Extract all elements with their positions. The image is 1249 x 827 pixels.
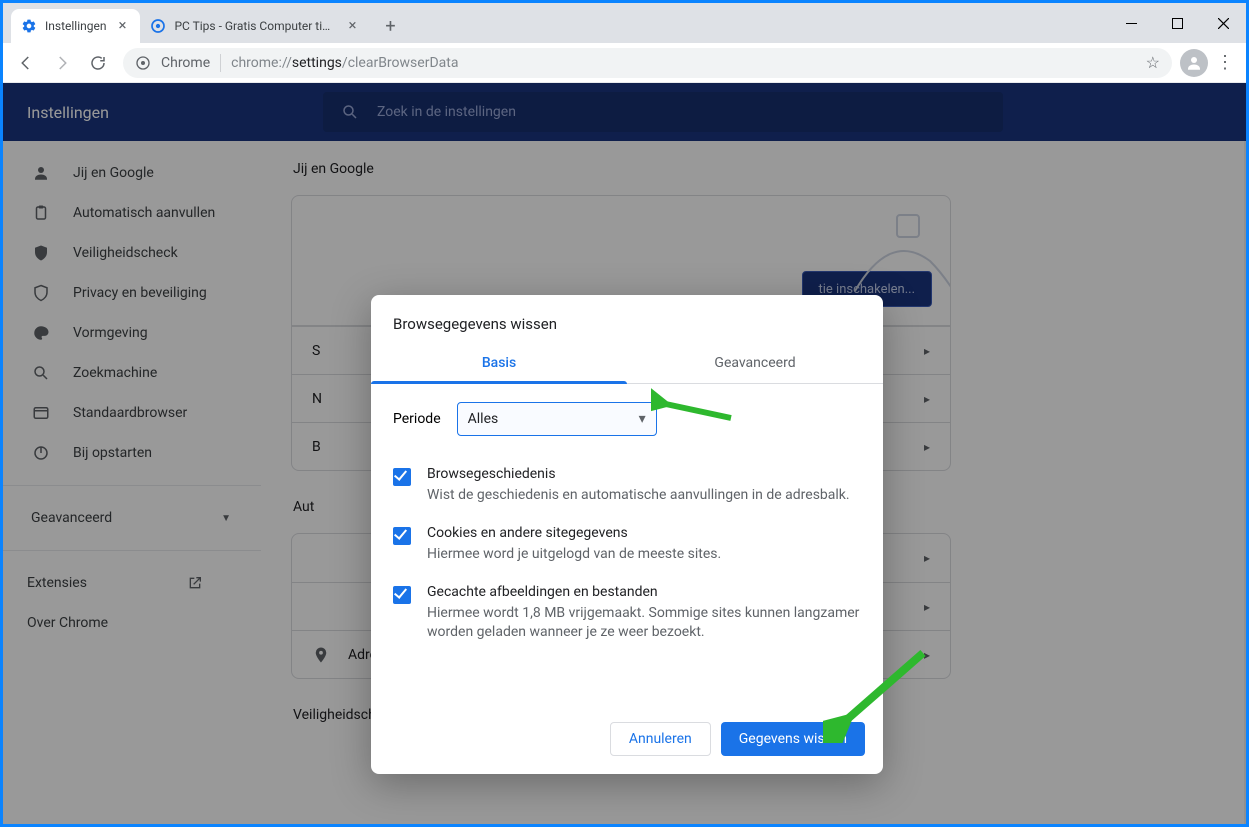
option-browsing-history[interactable]: Browsegeschiedenis Wist de geschiedenis … [393,456,861,515]
checkbox-checked[interactable] [393,468,411,486]
maximize-button[interactable] [1154,3,1200,43]
browser-tab-settings[interactable]: Instellingen × [11,9,140,43]
url-text: chrome://settings/clearBrowserData [231,55,458,71]
tab-title: Instellingen [45,19,106,33]
gear-icon [21,18,37,34]
profile-avatar[interactable] [1180,49,1208,77]
browser-tab-pctips[interactable]: PC Tips - Gratis Computer tips, in × [140,9,370,43]
period-label: Periode [393,411,441,427]
close-icon[interactable]: × [114,18,130,34]
chevron-down-icon: ▾ [639,411,646,427]
checkbox-checked[interactable] [393,586,411,604]
option-cookies[interactable]: Cookies en andere sitegegevens Hiermee w… [393,515,861,574]
reload-button[interactable] [81,46,115,80]
site-icon [150,18,166,34]
checkbox-checked[interactable] [393,527,411,545]
window-controls [1108,3,1246,43]
cancel-button[interactable]: Annuleren [610,722,711,756]
forward-button[interactable] [45,46,79,80]
close-window-button[interactable] [1200,3,1246,43]
tab-strip: Instellingen × PC Tips - Gratis Computer… [3,3,1246,43]
scheme-label: Chrome [161,55,210,71]
address-bar[interactable]: Chrome chrome://settings/clearBrowserDat… [123,48,1172,78]
select-value: Alles [468,411,499,427]
new-tab-button[interactable]: + [376,12,404,40]
tab-basic[interactable]: Basis [371,345,627,383]
clear-browsing-data-dialog: Browsegegevens wissen Basis Geavanceerd … [371,295,883,774]
close-icon[interactable]: × [344,18,360,34]
option-cached-images[interactable]: Gecachte afbeeldingen en bestanden Hierm… [393,574,861,652]
browser-toolbar: Chrome chrome://settings/clearBrowserDat… [3,43,1246,83]
chrome-icon [135,55,151,71]
clear-data-button[interactable]: Gegevens wissen [721,722,865,756]
divider [220,54,221,72]
dialog-tabs: Basis Geavanceerd [371,345,883,384]
bookmark-star-icon[interactable]: ☆ [1146,53,1160,72]
tab-advanced[interactable]: Geavanceerd [627,345,883,383]
dialog-title: Browsegegevens wissen [371,295,883,345]
back-button[interactable] [9,46,43,80]
time-range-select[interactable]: Alles ▾ [457,402,657,436]
minimize-button[interactable] [1108,3,1154,43]
chrome-menu-button[interactable]: ⋮ [1210,52,1240,73]
tab-title: PC Tips - Gratis Computer tips, in [174,19,336,33]
